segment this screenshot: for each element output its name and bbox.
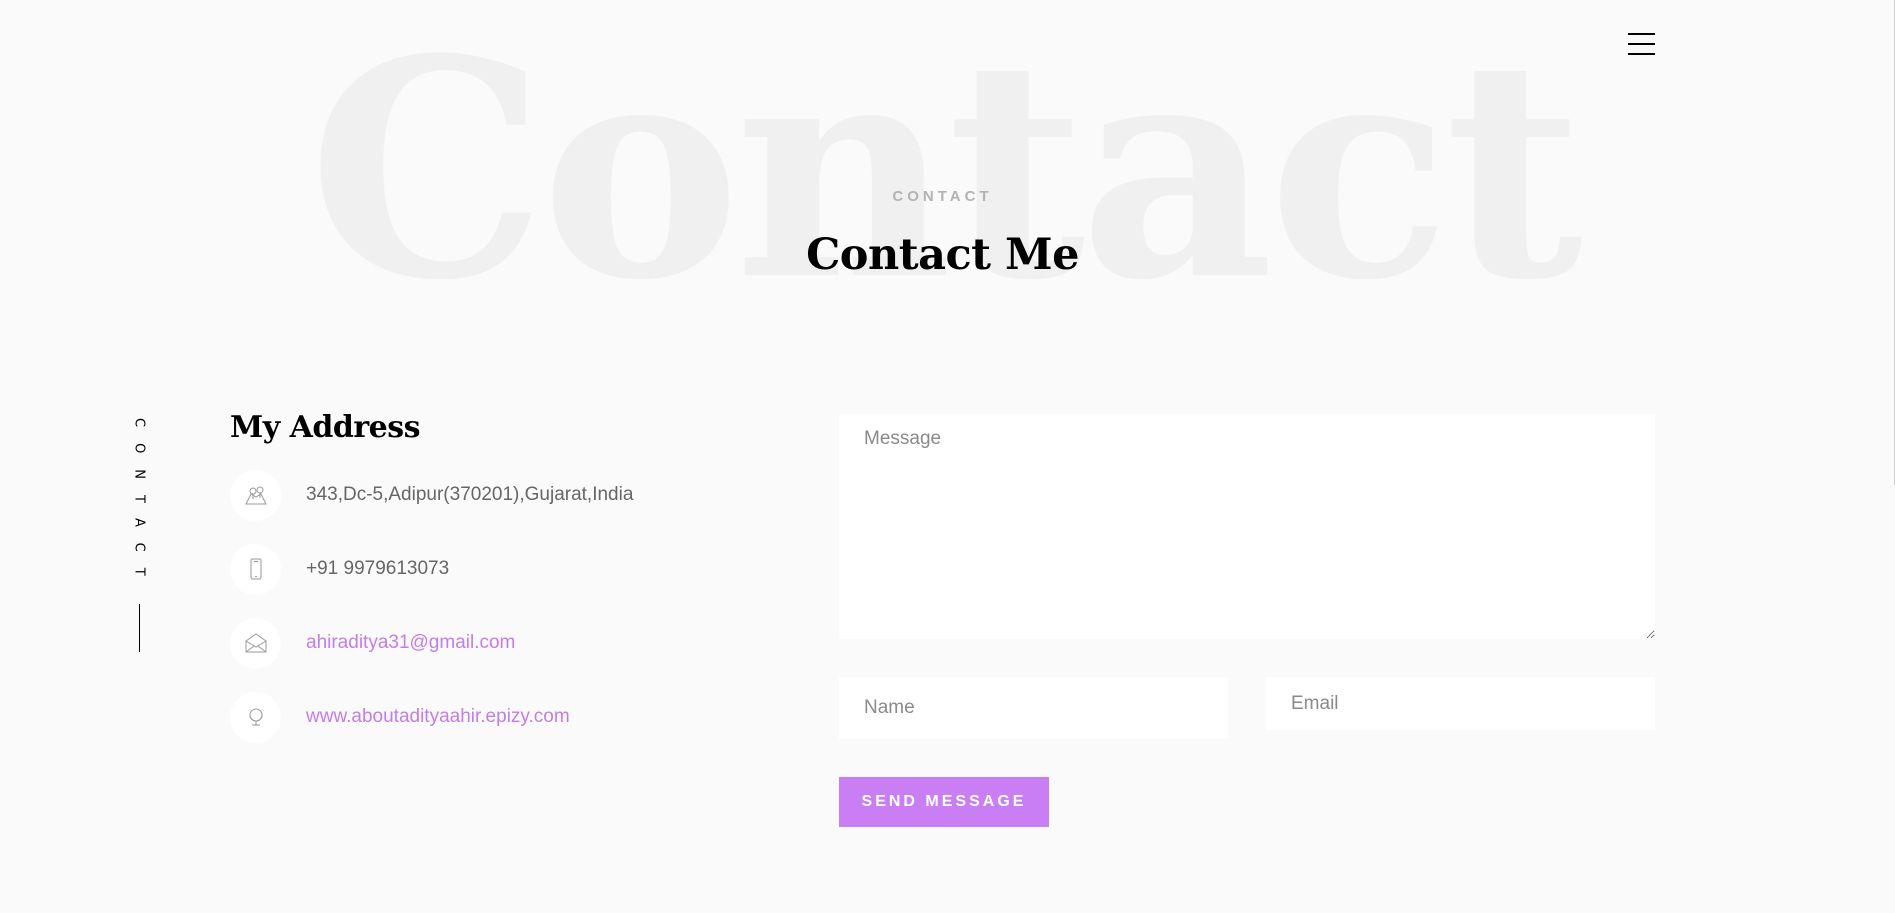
website-row: www.aboutadityaahir.epizy.com bbox=[230, 691, 790, 743]
hamburger-bar bbox=[1628, 33, 1655, 35]
email-input[interactable] bbox=[1266, 677, 1655, 730]
map-icon bbox=[230, 469, 281, 521]
globe-icon bbox=[230, 691, 281, 743]
hamburger-bar bbox=[1628, 43, 1655, 45]
message-textarea[interactable] bbox=[839, 414, 1655, 639]
phone-row: +91 9979613073 bbox=[230, 543, 790, 595]
address-text: 343,Dc-5,Adipur(370201),Gujarat,India bbox=[306, 484, 634, 505]
email-row: ahiraditya31@gmail.com bbox=[230, 617, 790, 669]
hamburger-bar bbox=[1628, 53, 1655, 55]
address-row: 343,Dc-5,Adipur(370201),Gujarat,India bbox=[230, 469, 790, 521]
phone-icon bbox=[230, 543, 281, 595]
website-link[interactable]: www.aboutadityaahir.epizy.com bbox=[306, 706, 570, 728]
address-title: My Address bbox=[230, 410, 421, 445]
phone-text: +91 9979613073 bbox=[306, 558, 450, 579]
email-link[interactable]: ahiraditya31@gmail.com bbox=[306, 632, 515, 654]
vertical-side-label: CONTACT bbox=[131, 418, 147, 652]
envelope-icon bbox=[230, 617, 281, 669]
address-column: My Address 343,Dc-5,Adipur(370201),Gujar… bbox=[230, 410, 790, 765]
vertical-side-label-text: CONTACT bbox=[131, 418, 147, 592]
contact-page: Contact CONTACT Contact Me CONTACT My Ad… bbox=[0, 0, 1895, 913]
send-message-button[interactable]: SEND MESSAGE bbox=[839, 777, 1049, 827]
section-eyebrow: CONTACT bbox=[892, 188, 993, 205]
vertical-divider-line bbox=[138, 603, 140, 652]
hamburger-menu-icon[interactable] bbox=[1628, 33, 1655, 55]
contact-form: SEND MESSAGE bbox=[839, 414, 1655, 827]
name-input[interactable] bbox=[839, 677, 1228, 739]
name-email-row bbox=[839, 677, 1655, 739]
page-title: Contact Me bbox=[806, 230, 1079, 280]
